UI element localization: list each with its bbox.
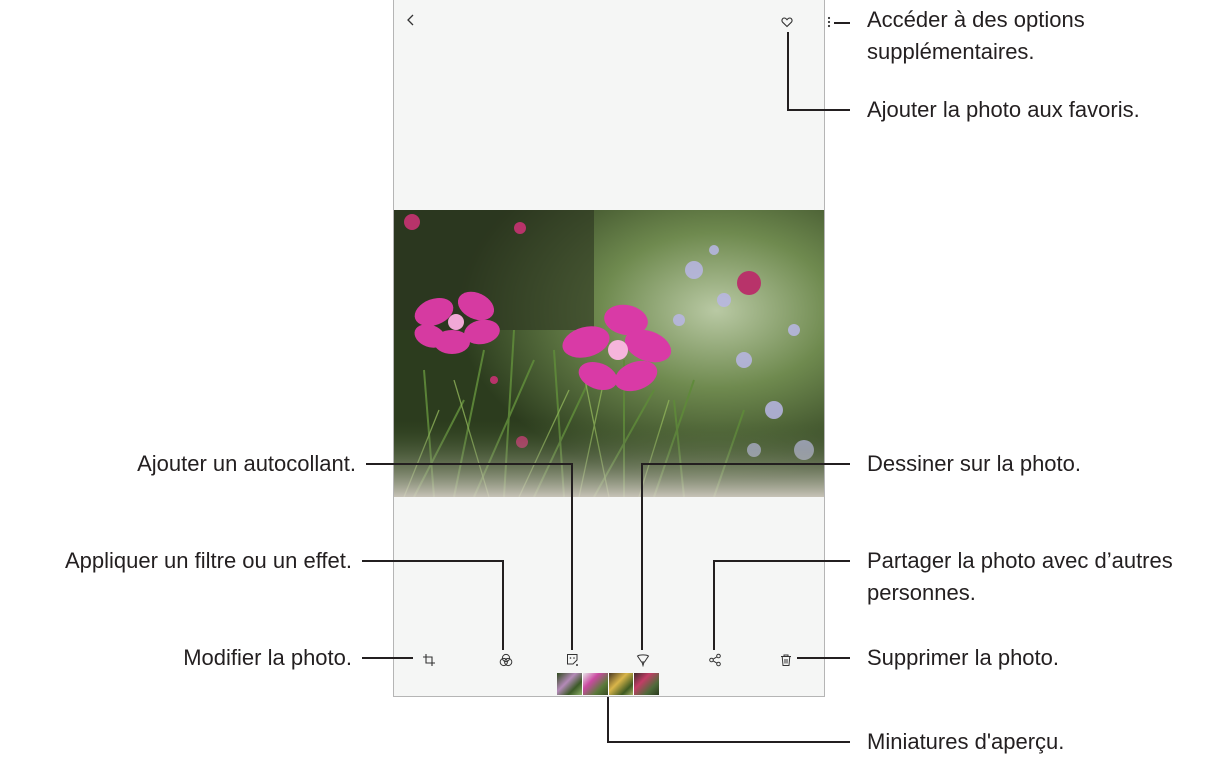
callout-share-line2: personnes.: [867, 580, 976, 605]
more-options-button[interactable]: [824, 10, 834, 34]
photo-image[interactable]: [394, 210, 824, 497]
callout-more-options-line1: Accéder à des options: [867, 7, 1085, 32]
callout-sticker: Ajouter un autocollant.: [137, 451, 356, 476]
callout-edit: Modifier la photo.: [183, 645, 352, 670]
thumbnail[interactable]: [582, 673, 608, 695]
edit-button[interactable]: [417, 648, 441, 672]
callout-share-line1: Partager la photo avec d’autres: [867, 548, 1173, 573]
sticker-icon: [567, 654, 578, 666]
share-icon: [709, 653, 721, 667]
chevron-left-icon: [407, 14, 414, 26]
callout-thumbnails: Miniatures d'aperçu.: [867, 729, 1065, 754]
trash-icon: [781, 654, 791, 666]
filter-button[interactable]: [494, 648, 518, 672]
sticker-button[interactable]: [561, 648, 585, 672]
callout-delete: Supprimer la photo.: [867, 645, 1059, 670]
share-button[interactable]: [703, 648, 727, 672]
callout-more-options: Accéder à des options supplémentaires.: [867, 4, 1085, 68]
callout-favorite: Ajouter la photo aux favoris.: [867, 97, 1140, 122]
back-button[interactable]: [399, 8, 423, 32]
callout-draw: Dessiner sur la photo.: [867, 451, 1081, 476]
thumbnail[interactable]: [634, 673, 659, 695]
flower-photo: [394, 210, 824, 497]
callout-filter: Appliquer un filtre ou un effet.: [64, 548, 352, 573]
thumbnail[interactable]: [557, 673, 582, 695]
crop-rotate-icon: [423, 654, 435, 666]
callout-share: Partager la photo avec d’autres personne…: [867, 545, 1173, 609]
vertical-dots-icon: [827, 16, 831, 28]
thumbnail[interactable]: [608, 673, 634, 695]
favorite-button[interactable]: [775, 10, 799, 34]
delete-button[interactable]: [774, 648, 798, 672]
draw-button[interactable]: [631, 648, 655, 672]
filter-circles-icon: [499, 653, 513, 667]
phone-screen: [393, 0, 831, 697]
brush-icon: [636, 654, 650, 667]
heart-outline-icon: [781, 17, 793, 28]
thumbnail-strip: [557, 673, 659, 695]
callout-more-options-line2: supplémentaires.: [867, 39, 1035, 64]
